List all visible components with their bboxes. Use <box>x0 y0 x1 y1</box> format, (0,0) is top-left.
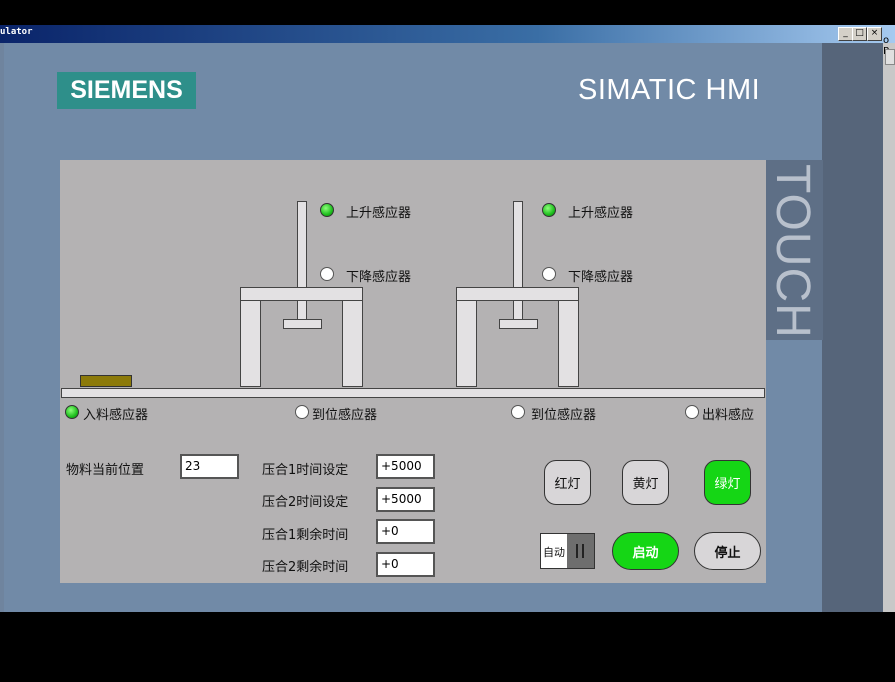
press2-time-setting-label: 压合2时间设定 <box>262 495 349 510</box>
press2-remaining-time-field: +0 <box>376 552 435 577</box>
press1-rod <box>297 201 307 321</box>
arrive1-sensor-label: 到位感应器 <box>312 408 378 423</box>
press2-rod <box>513 201 523 321</box>
press2-time-setting-field[interactable]: +5000 <box>376 487 435 512</box>
yellow-lamp-button[interactable]: 黄灯 <box>622 460 669 505</box>
minimize-button[interactable]: _ <box>838 27 853 41</box>
auto-mode-label: 自动 <box>543 546 565 559</box>
station1-down-sensor-led <box>320 267 334 281</box>
touch-vertical-label: TOUCH <box>766 160 823 340</box>
maximize-button[interactable]: □ <box>852 27 867 41</box>
press2-frame-top <box>456 287 579 301</box>
green-lamp-button[interactable]: 绿灯 <box>704 460 751 505</box>
press1-remaining-time-field: +0 <box>376 519 435 544</box>
press1-right-pillar <box>342 300 363 387</box>
press1-time-setting-field[interactable]: +5000 <box>376 454 435 479</box>
press1-remaining-time-label: 压合1剩余时间 <box>262 528 349 543</box>
hmi-side-panel <box>822 43 883 612</box>
station1-up-sensor-label: 上升感应器 <box>346 206 412 221</box>
switch-knob[interactable] <box>567 534 594 568</box>
background-window-edge: o R <box>883 35 895 612</box>
arrive2-sensor-label: 到位感应器 <box>531 408 597 423</box>
window-titlebar[interactable]: ulator <box>0 25 895 43</box>
outfeed-sensor-led <box>685 405 699 419</box>
station2-up-sensor-label: 上升感应器 <box>568 206 634 221</box>
press2-head <box>499 319 538 329</box>
conveyor-belt <box>61 388 765 398</box>
station2-down-sensor-label: 下降感应器 <box>568 270 634 285</box>
station1-up-sensor-led <box>320 203 334 217</box>
press1-head <box>283 319 322 329</box>
station2-up-sensor-led <box>542 203 556 217</box>
press1-left-pillar <box>240 300 261 387</box>
station1-down-sensor-label: 下降感应器 <box>346 270 412 285</box>
press1-frame-top <box>240 287 363 301</box>
auto-mode-switch[interactable]: 自动 <box>540 533 595 569</box>
arrive2-sensor-led <box>511 405 525 419</box>
material-block <box>80 375 132 387</box>
outfeed-sensor-label: 出料感应 <box>702 408 755 423</box>
press2-remaining-time-label: 压合2剩余时间 <box>262 560 349 575</box>
touch-text: TOUCH <box>766 164 819 339</box>
start-button[interactable]: 启动 <box>612 532 679 570</box>
siemens-logo: SIEMENS <box>57 72 196 109</box>
material-position-field[interactable]: 23 <box>180 454 239 479</box>
press2-left-pillar <box>456 300 477 387</box>
press2-right-pillar <box>558 300 579 387</box>
station2-down-sensor-led <box>542 267 556 281</box>
infeed-sensor-label: 入料感应器 <box>83 408 149 423</box>
scrollbar-up-arrow[interactable] <box>885 49 895 65</box>
close-button[interactable]: × <box>867 27 882 41</box>
arrive1-sensor-led <box>295 405 309 419</box>
press1-time-setting-label: 压合1时间设定 <box>262 463 349 478</box>
product-title: SIMATIC HMI <box>578 74 761 106</box>
red-lamp-button[interactable]: 红灯 <box>544 460 591 505</box>
infeed-sensor-led <box>65 405 79 419</box>
stop-button[interactable]: 停止 <box>694 532 761 570</box>
window-title: ulator <box>0 27 33 37</box>
material-position-label: 物料当前位置 <box>66 463 145 478</box>
